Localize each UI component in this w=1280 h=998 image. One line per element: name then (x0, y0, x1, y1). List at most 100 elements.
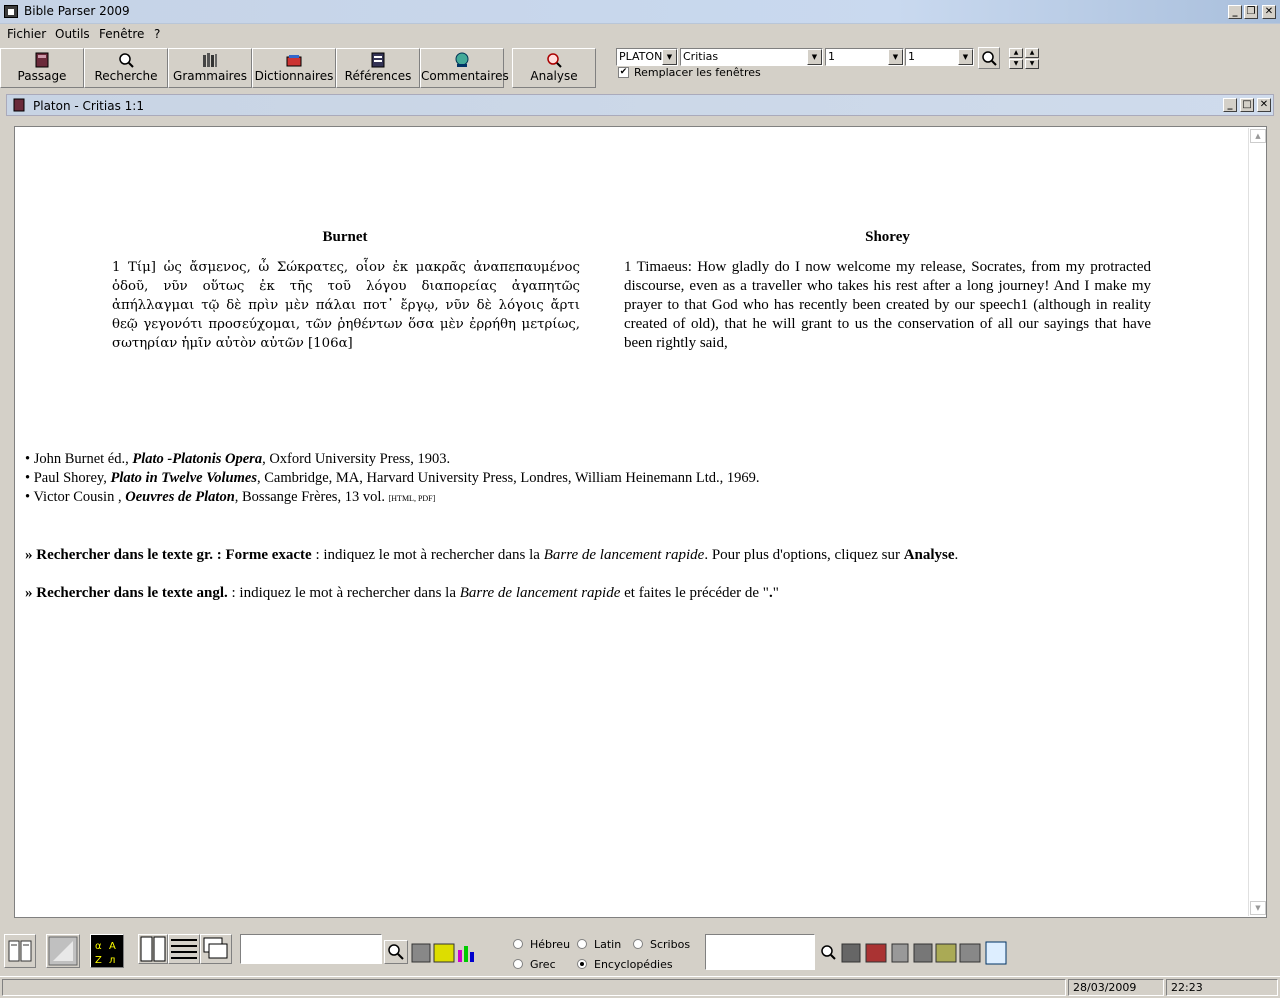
instruction-emphasis: Barre de lancement rapide (459, 585, 621, 601)
panel-toggle-button[interactable] (4, 934, 36, 968)
replace-windows-checkbox[interactable]: ✔ (618, 67, 629, 78)
chapter-value: 1 (828, 50, 835, 63)
layout-columns-button[interactable] (138, 934, 168, 964)
spin-up-icon[interactable]: ▲ (1009, 48, 1023, 58)
columns-layout-icon (140, 936, 166, 962)
search-greek-instructions: » Rechercher dans le texte gr. : Forme e… (25, 547, 1245, 564)
menu-help[interactable]: ? (154, 27, 160, 41)
verse-value: 1 (908, 50, 915, 63)
columns-icon (8, 940, 32, 962)
main-toolbar: Passage Recherche Grammaires Dictionnair… (0, 44, 1280, 92)
instruction-emphasis: Barre de lancement rapide (543, 547, 705, 563)
recherche-label: Recherche (94, 69, 158, 83)
left-column-heading: Burnet (322, 229, 368, 245)
search-icon (388, 944, 404, 960)
status-message (2, 979, 1066, 996)
references-button[interactable]: Références (336, 48, 420, 88)
bottom-toolbar: αAZл Hébreu Latin Scribos Grec Encyclopé… (0, 928, 1280, 976)
app-title-bar: Bible Parser 2009 _ ❐ ✕ (0, 0, 1280, 24)
ref-format-link[interactable]: [HTML, PDF] (389, 494, 436, 503)
scroll-down-icon[interactable]: ▼ (1250, 901, 1266, 915)
spin-up-icon[interactable]: ▲ (1025, 48, 1039, 58)
commentaires-label: Commentaires (421, 69, 509, 83)
menu-outils[interactable]: Outils (55, 27, 90, 41)
transliteration-icon: α AZ л (95, 941, 116, 966)
commentaires-button[interactable]: Commentaires (420, 48, 509, 88)
close-icon[interactable]: ✕ (1262, 5, 1276, 19)
status-time: 22:23 (1166, 979, 1278, 996)
menu-fichier[interactable]: Fichier (7, 27, 46, 41)
transliteration-button[interactable]: αAZл (90, 934, 124, 968)
search-english-link[interactable]: » Rechercher dans le texte angl. (25, 585, 228, 601)
search-greek-link[interactable]: » Rechercher dans le texte gr. : Forme e… (25, 547, 312, 563)
ref-author: • John Burnet éd., (25, 451, 133, 467)
work-value: Critias (683, 50, 719, 63)
child-window-title-bar: Platon - Critias 1:1 _ □ ✕ (6, 94, 1274, 116)
instruction-strong: Analyse (903, 547, 955, 563)
reference-burnet: • John Burnet éd., Plato -Platonis Opera… (25, 451, 1225, 468)
passage-button[interactable]: Passage (0, 48, 84, 88)
grammar-books-icon (203, 53, 217, 67)
quick-search-input[interactable] (240, 934, 382, 964)
back-button[interactable] (46, 934, 80, 968)
dictionnaires-button[interactable]: Dictionnaires (252, 48, 336, 88)
child-maximize-icon[interactable]: □ (1240, 98, 1254, 112)
restore-icon[interactable]: ❐ (1244, 5, 1258, 19)
child-window-title: Platon - Critias 1:1 (33, 99, 144, 113)
quick-search-button[interactable] (384, 940, 408, 964)
menu-fenetre[interactable]: Fenêtre (99, 27, 144, 41)
chevron-down-icon: ▼ (807, 49, 822, 65)
analyse-label: Analyse (530, 69, 578, 83)
triangle-left-icon (48, 936, 78, 966)
chevron-down-icon: ▼ (958, 49, 973, 65)
radio-grec[interactable] (513, 959, 523, 969)
grammaires-button[interactable]: Grammaires (168, 48, 252, 88)
spin-down-icon[interactable]: ▼ (1009, 59, 1023, 69)
child-minimize-icon[interactable]: _ (1223, 98, 1237, 112)
scroll-up-icon[interactable]: ▲ (1250, 129, 1266, 143)
author-select[interactable]: PLATON ▼ (616, 48, 678, 66)
analyse-button[interactable]: Analyse (512, 48, 596, 88)
instruction-text: : indiquez le mot à rechercher dans la (227, 585, 460, 601)
radio-hebreu-label: Hébreu (530, 938, 571, 951)
english-text: 1 Timaeus: How gladly do I now welcome m… (624, 259, 1151, 351)
dictionary-icon (286, 55, 302, 67)
verse-select[interactable]: 1 ▼ (905, 48, 974, 66)
replace-windows-label: Remplacer les fenêtres (634, 66, 761, 79)
ref-author: • Victor Cousin , (25, 489, 126, 505)
app-book-icon (4, 5, 18, 18)
windows-layout-icon (203, 937, 228, 959)
go-search-button[interactable] (978, 47, 1000, 69)
ref-details: , Cambridge, MA, Harvard University Pres… (256, 470, 760, 486)
instruction-text: . Pour plus d'options, cliquez sur (704, 547, 904, 563)
instruction-text: : indiquez le mot à rechercher dans la (311, 547, 544, 563)
svg-text:Z: Z (95, 955, 102, 966)
encyclopedia-tools-icons[interactable] (818, 940, 1010, 966)
book-icon (13, 98, 25, 112)
radio-hebreu[interactable] (513, 939, 523, 949)
child-close-icon[interactable]: ✕ (1257, 98, 1271, 112)
radio-latin[interactable] (577, 939, 587, 949)
minimize-icon[interactable]: _ (1228, 5, 1242, 19)
references-label: Références (344, 69, 412, 83)
instruction-text: et faites le précéder de " (620, 585, 769, 601)
encyclopedia-search-input[interactable] (705, 934, 815, 970)
layout-rows-button[interactable] (168, 934, 200, 964)
chapter-select[interactable]: 1 ▼ (825, 48, 904, 66)
right-column-heading: Shorey (865, 229, 910, 245)
ref-details: , Bossange Frères, 13 vol. (234, 489, 389, 505)
radio-latin-label: Latin (594, 938, 622, 951)
radio-encyclopedies[interactable] (577, 959, 587, 969)
comments-icon (455, 52, 469, 67)
layout-windows-button[interactable] (200, 934, 232, 964)
status-date: 28/03/2009 (1068, 979, 1164, 996)
instruction-text: . (954, 547, 959, 563)
recherche-button[interactable]: Recherche (84, 48, 168, 88)
radio-scribos[interactable] (633, 939, 643, 949)
work-select[interactable]: Critias ▼ (680, 48, 823, 66)
passage-label: Passage (17, 69, 67, 83)
spin-down-icon[interactable]: ▼ (1025, 59, 1039, 69)
greek-text: 1 Τίμ] ὡς ἄσμενος, ὦ Σώκρατες, οἷον ἐκ μ… (112, 260, 580, 351)
vertical-scrollbar[interactable]: ▲ ▼ (1248, 128, 1266, 916)
analysis-tools-icons[interactable] (410, 940, 482, 966)
